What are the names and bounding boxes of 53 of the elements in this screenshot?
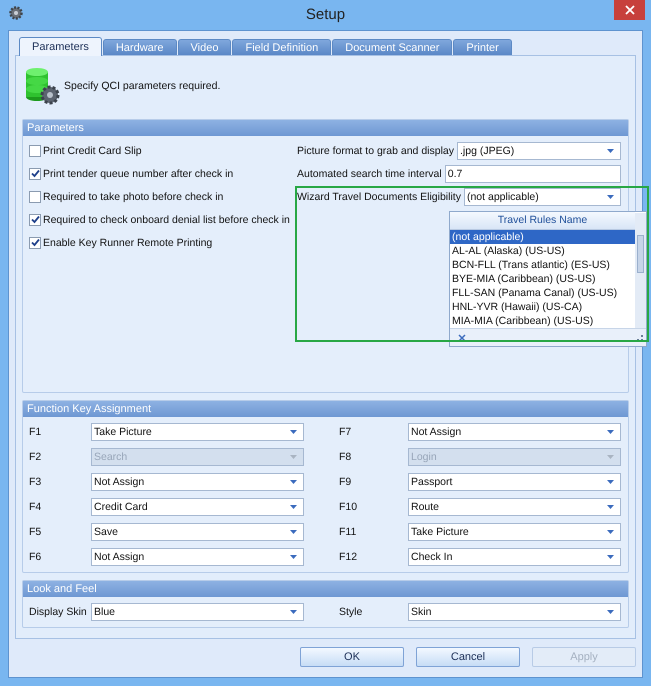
list-item[interactable]: (not applicable) — [450, 230, 635, 244]
dropdown[interactable]: Take Picture — [408, 523, 621, 541]
column-header: Travel Rules Name — [450, 212, 635, 230]
dropdown[interactable]: Skin — [408, 603, 621, 621]
dropdown[interactable]: Check In — [408, 548, 621, 566]
key-label: F8 — [339, 451, 352, 463]
dialog-button[interactable]: Cancel — [416, 647, 520, 667]
dropdown[interactable]: Passport — [408, 473, 621, 491]
key-label: F9 — [339, 476, 352, 488]
dropdown[interactable]: Blue — [91, 603, 304, 621]
field-label: Automated search time interval — [297, 168, 442, 180]
list-item[interactable]: MIA-MIA (Caribbean) (US-US) — [450, 314, 635, 328]
key-label: F7 — [339, 426, 352, 438]
input-field[interactable]: 0.7 — [444, 165, 621, 183]
checkbox-label: Enable Key Runner Remote Printing — [43, 236, 212, 248]
list-item[interactable]: AL-AL (Alaska) (US-US) — [450, 244, 635, 258]
list-item[interactable]: FLL-SAN (Panama Canal) (US-US) — [450, 286, 635, 300]
tab[interactable]: Parameters — [19, 37, 102, 56]
key-label: F6 — [29, 551, 42, 563]
dropdown[interactable]: Take Picture — [91, 423, 304, 441]
key-label: F2 — [29, 451, 42, 463]
field-label: Picture format to grab and display — [297, 145, 454, 157]
dropdown[interactable]: Credit Card — [91, 498, 304, 516]
key-label: F4 — [29, 501, 42, 513]
instruction-text: Specify QCI parameters required. — [64, 80, 220, 92]
field-label: Wizard Travel Documents Eligibility — [297, 191, 461, 203]
list-item[interactable]: BYE-MIA (Caribbean) (US-US) — [450, 272, 635, 286]
list-item[interactable]: HNL-YVR (Hawaii) (US-CA) — [450, 300, 635, 314]
window-title: Setup — [304, 6, 346, 23]
checkbox-label: Print Credit Card Slip — [43, 144, 142, 156]
dropdown[interactable]: .jpg (JPEG) — [457, 142, 621, 160]
dropdown[interactable]: Not Assign — [91, 548, 304, 566]
group-header: Parameters — [23, 120, 628, 136]
field-label: Style — [339, 606, 364, 618]
key-label: F1 — [29, 426, 42, 438]
dropdown[interactable]: Save — [91, 523, 304, 541]
checkbox-label: Required to take photo before check in — [43, 190, 224, 202]
checkbox-label: Print tender queue number after check in — [43, 168, 234, 180]
key-label: F11 — [339, 526, 358, 538]
key-label: F12 — [339, 551, 358, 563]
dialog-button[interactable]: OK — [300, 647, 404, 667]
dropdown[interactable]: Not Assign — [91, 473, 304, 491]
list-item[interactable]: BCN-FLL (Trans atlantic) (ES-US) — [450, 258, 635, 272]
dropdown[interactable]: Route — [408, 498, 621, 516]
field-label: Display Skin — [29, 606, 88, 618]
key-label: F10 — [339, 501, 358, 513]
dropdown[interactable]: (not applicable) — [464, 188, 621, 206]
dropdown[interactable]: Not Assign — [408, 423, 621, 441]
group-header: Function Key Assignment — [23, 401, 628, 417]
group-header: Look and Feel — [23, 581, 628, 597]
key-label: F3 — [29, 476, 42, 488]
key-label: F5 — [29, 526, 42, 538]
checkbox-label: Required to check onboard denial list before check in — [43, 214, 290, 226]
